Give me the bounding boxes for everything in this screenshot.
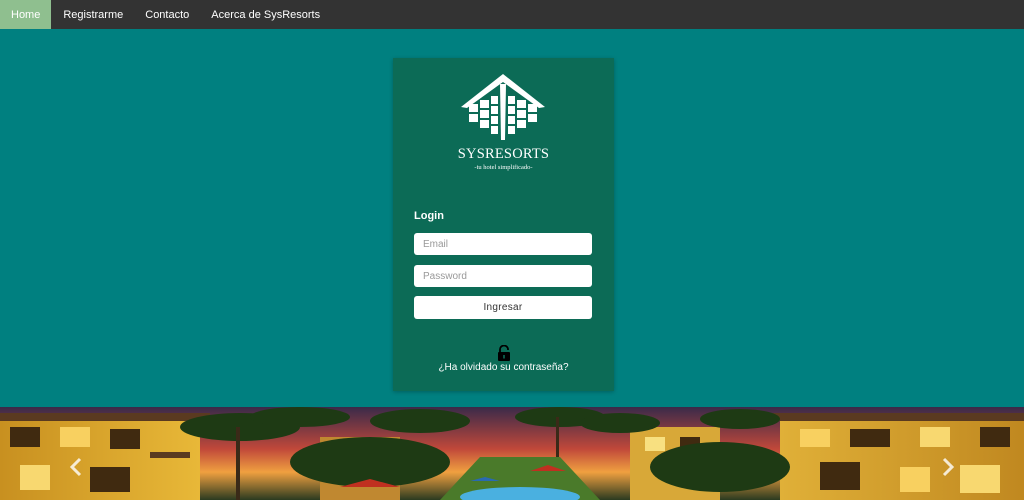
password-input[interactable] bbox=[414, 265, 592, 287]
login-submit-button[interactable]: Ingresar bbox=[414, 296, 592, 319]
chevron-right-icon bbox=[942, 457, 955, 477]
resort-photo bbox=[0, 407, 1024, 500]
nav-contacto[interactable]: Contacto bbox=[134, 0, 200, 29]
chevron-left-icon bbox=[69, 457, 82, 477]
email-input[interactable] bbox=[414, 233, 592, 255]
nav-home[interactable]: Home bbox=[0, 0, 52, 29]
nav-acerca[interactable]: Acerca de SysResorts bbox=[200, 0, 331, 29]
hero-carousel bbox=[0, 407, 1024, 500]
carousel-prev-button[interactable] bbox=[66, 455, 86, 479]
top-navbar: Home Registrarme Contacto Acerca de SysR… bbox=[0, 0, 1024, 29]
brand-name: SYSRESORTS bbox=[457, 146, 550, 162]
hotel-building-logo bbox=[461, 74, 545, 140]
unlocked-padlock-icon bbox=[498, 345, 510, 361]
brand-tagline: -tu hotel simplificado- bbox=[474, 164, 533, 171]
main-section: SYSRESORTS -tu hotel simplificado- Login… bbox=[0, 29, 1024, 407]
nav-registrarme[interactable]: Registrarme bbox=[51, 0, 134, 29]
login-title: Login bbox=[414, 210, 444, 222]
forgot-password-link[interactable]: ¿Ha olvidado su contraseña? bbox=[393, 362, 614, 373]
login-card: SYSRESORTS -tu hotel simplificado- Login… bbox=[393, 58, 614, 391]
carousel-next-button[interactable] bbox=[938, 455, 958, 479]
